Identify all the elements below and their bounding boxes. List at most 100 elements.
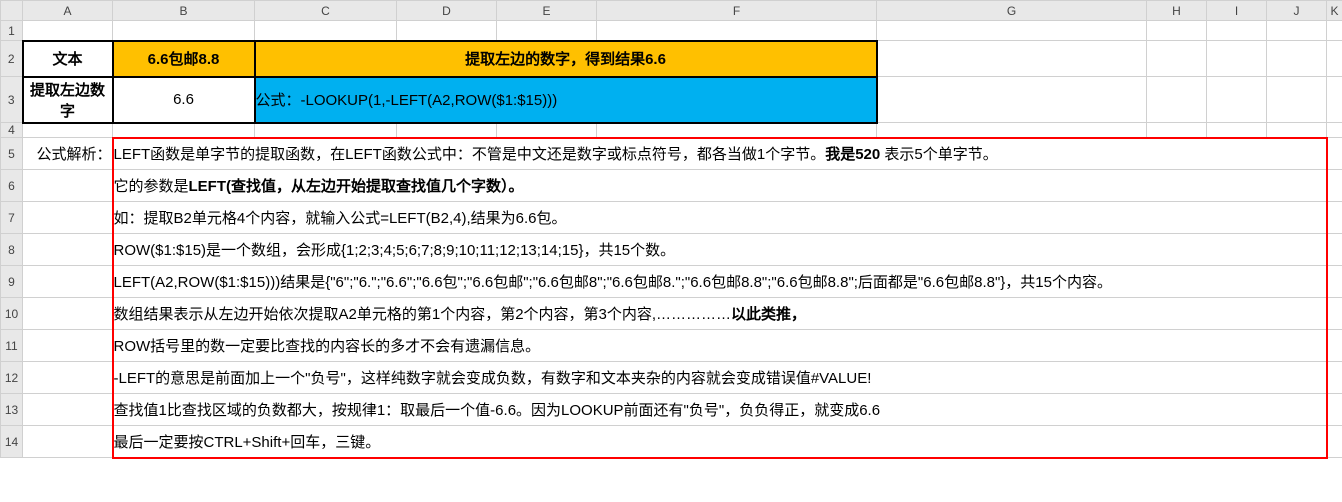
- row-header-11[interactable]: 11: [1, 330, 23, 362]
- cell-I1[interactable]: [1207, 21, 1267, 41]
- col-header-G[interactable]: G: [877, 1, 1147, 21]
- cell-A13[interactable]: [23, 394, 113, 426]
- cell-K1[interactable]: [1327, 21, 1342, 41]
- cell-J4[interactable]: [1267, 123, 1327, 138]
- cell-C1[interactable]: [255, 21, 397, 41]
- row-header-13[interactable]: 13: [1, 394, 23, 426]
- cell-B2[interactable]: 6.6包邮8.8: [113, 41, 255, 77]
- cell-A7[interactable]: [23, 202, 113, 234]
- cell-G4[interactable]: [877, 123, 1147, 138]
- cell-K9[interactable]: [1327, 266, 1342, 298]
- col-header-B[interactable]: B: [113, 1, 255, 21]
- cell-K2[interactable]: [1327, 41, 1342, 77]
- cell-J2[interactable]: [1267, 41, 1327, 77]
- corner-cell[interactable]: [1, 1, 23, 21]
- cell-K11[interactable]: [1327, 330, 1342, 362]
- cell-B6[interactable]: 它的参数是LEFT(查找值，从左边开始提取查找值几个字数）。: [113, 170, 1327, 202]
- cell-B12[interactable]: -LEFT的意思是前面加上一个"负号"，这样纯数字就会变成负数，有数字和文本夹杂…: [113, 362, 1327, 394]
- cell-D1[interactable]: [397, 21, 497, 41]
- cell-E4[interactable]: [497, 123, 597, 138]
- col-header-D[interactable]: D: [397, 1, 497, 21]
- cell-H2[interactable]: [1147, 41, 1207, 77]
- cell-C2F2[interactable]: 提取左边的数字，得到结果6.6: [255, 41, 877, 77]
- row-header-4[interactable]: 4: [1, 123, 23, 138]
- row-header-3[interactable]: 3: [1, 77, 23, 123]
- cell-A12[interactable]: [23, 362, 113, 394]
- row-header-9[interactable]: 9: [1, 266, 23, 298]
- row-header-8[interactable]: 8: [1, 234, 23, 266]
- col-header-A[interactable]: A: [23, 1, 113, 21]
- cell-A6[interactable]: [23, 170, 113, 202]
- cell-K12[interactable]: [1327, 362, 1342, 394]
- cell-A11[interactable]: [23, 330, 113, 362]
- cell-E1[interactable]: [497, 21, 597, 41]
- column-header-row: A B C D E F G H I J K: [1, 1, 1342, 21]
- cell-K3[interactable]: [1327, 77, 1342, 123]
- col-header-J[interactable]: J: [1267, 1, 1327, 21]
- cell-K14[interactable]: [1327, 426, 1342, 458]
- cell-K8[interactable]: [1327, 234, 1342, 266]
- cell-B10[interactable]: 数组结果表示从左边开始依次提取A2单元格的第1个内容，第2个内容，第3个内容,……: [113, 298, 1327, 330]
- cell-A4[interactable]: [23, 123, 113, 138]
- cell-A3-text: 提取左边数字: [30, 82, 105, 120]
- cell-B3[interactable]: 6.6: [113, 77, 255, 123]
- cell-C4[interactable]: [255, 123, 397, 138]
- row-header-10[interactable]: 10: [1, 298, 23, 330]
- cell-K7[interactable]: [1327, 202, 1342, 234]
- cell-B11[interactable]: ROW括号里的数一定要比查找的内容长的多才不会有遗漏信息。: [113, 330, 1327, 362]
- cell-A3[interactable]: 提取左边数字: [23, 77, 113, 123]
- cell-D4[interactable]: [397, 123, 497, 138]
- cell-A8[interactable]: [23, 234, 113, 266]
- cell-B3-text: 6.6: [173, 91, 194, 108]
- cell-F1[interactable]: [597, 21, 877, 41]
- cell-G2[interactable]: [877, 41, 1147, 77]
- cell-G1[interactable]: [877, 21, 1147, 41]
- cell-B14[interactable]: 最后一定要按CTRL+Shift+回车，三键。: [113, 426, 1327, 458]
- row-header-14[interactable]: 14: [1, 426, 23, 458]
- cell-B7[interactable]: 如：提取B2单元格4个内容，就输入公式=LEFT(B2,4),结果为6.6包。: [113, 202, 1327, 234]
- cell-B1[interactable]: [113, 21, 255, 41]
- spreadsheet[interactable]: A B C D E F G H I J K 1 2 文本 6.6包邮8.8 提取…: [0, 0, 1342, 459]
- cell-A2[interactable]: 文本: [23, 41, 113, 77]
- cell-B13[interactable]: 查找值1比查找区域的负数都大，按规律1：取最后一个值-6.6。因为LOOKUP前…: [113, 394, 1327, 426]
- row-header-7[interactable]: 7: [1, 202, 23, 234]
- cell-A14[interactable]: [23, 426, 113, 458]
- cell-A5[interactable]: 公式解析：: [23, 138, 113, 170]
- cell-K5[interactable]: [1327, 138, 1342, 170]
- cell-A9[interactable]: [23, 266, 113, 298]
- col-header-K[interactable]: K: [1327, 1, 1342, 21]
- cell-I4[interactable]: [1207, 123, 1267, 138]
- cell-G3[interactable]: [877, 77, 1147, 123]
- explain-r11: ROW括号里的数一定要比查找的内容长的多才不会有遗漏信息。: [114, 338, 541, 355]
- col-header-I[interactable]: I: [1207, 1, 1267, 21]
- cell-A1[interactable]: [23, 21, 113, 41]
- row-header-12[interactable]: 12: [1, 362, 23, 394]
- explain-r5c: 表示5个单字节。: [880, 146, 998, 163]
- row-header-1[interactable]: 1: [1, 21, 23, 41]
- cell-F4[interactable]: [597, 123, 877, 138]
- col-header-H[interactable]: H: [1147, 1, 1207, 21]
- cell-B5[interactable]: LEFT函数是单字节的提取函数，在LEFT函数公式中：不管是中文还是数字或标点符…: [113, 138, 1327, 170]
- col-header-E[interactable]: E: [497, 1, 597, 21]
- col-header-F[interactable]: F: [597, 1, 877, 21]
- cell-B8[interactable]: ROW($1:$15)是一个数组，会形成{1;2;3;4;5;6;7;8;9;1…: [113, 234, 1327, 266]
- cell-H3[interactable]: [1147, 77, 1207, 123]
- cell-C3F3[interactable]: 公式：-LOOKUP(1,-LEFT(A2,ROW($1:$15))): [255, 77, 877, 123]
- cell-B4[interactable]: [113, 123, 255, 138]
- cell-K6[interactable]: [1327, 170, 1342, 202]
- cell-H1[interactable]: [1147, 21, 1207, 41]
- cell-I3[interactable]: [1207, 77, 1267, 123]
- cell-J3[interactable]: [1267, 77, 1327, 123]
- cell-K13[interactable]: [1327, 394, 1342, 426]
- cell-I2[interactable]: [1207, 41, 1267, 77]
- row-header-2[interactable]: 2: [1, 41, 23, 77]
- cell-H4[interactable]: [1147, 123, 1207, 138]
- cell-K4[interactable]: [1327, 123, 1342, 138]
- row-header-6[interactable]: 6: [1, 170, 23, 202]
- row-header-5[interactable]: 5: [1, 138, 23, 170]
- cell-J1[interactable]: [1267, 21, 1327, 41]
- cell-K10[interactable]: [1327, 298, 1342, 330]
- cell-B9[interactable]: LEFT(A2,ROW($1:$15)))结果是{"6";"6.";"6.6";…: [113, 266, 1327, 298]
- col-header-C[interactable]: C: [255, 1, 397, 21]
- cell-A10[interactable]: [23, 298, 113, 330]
